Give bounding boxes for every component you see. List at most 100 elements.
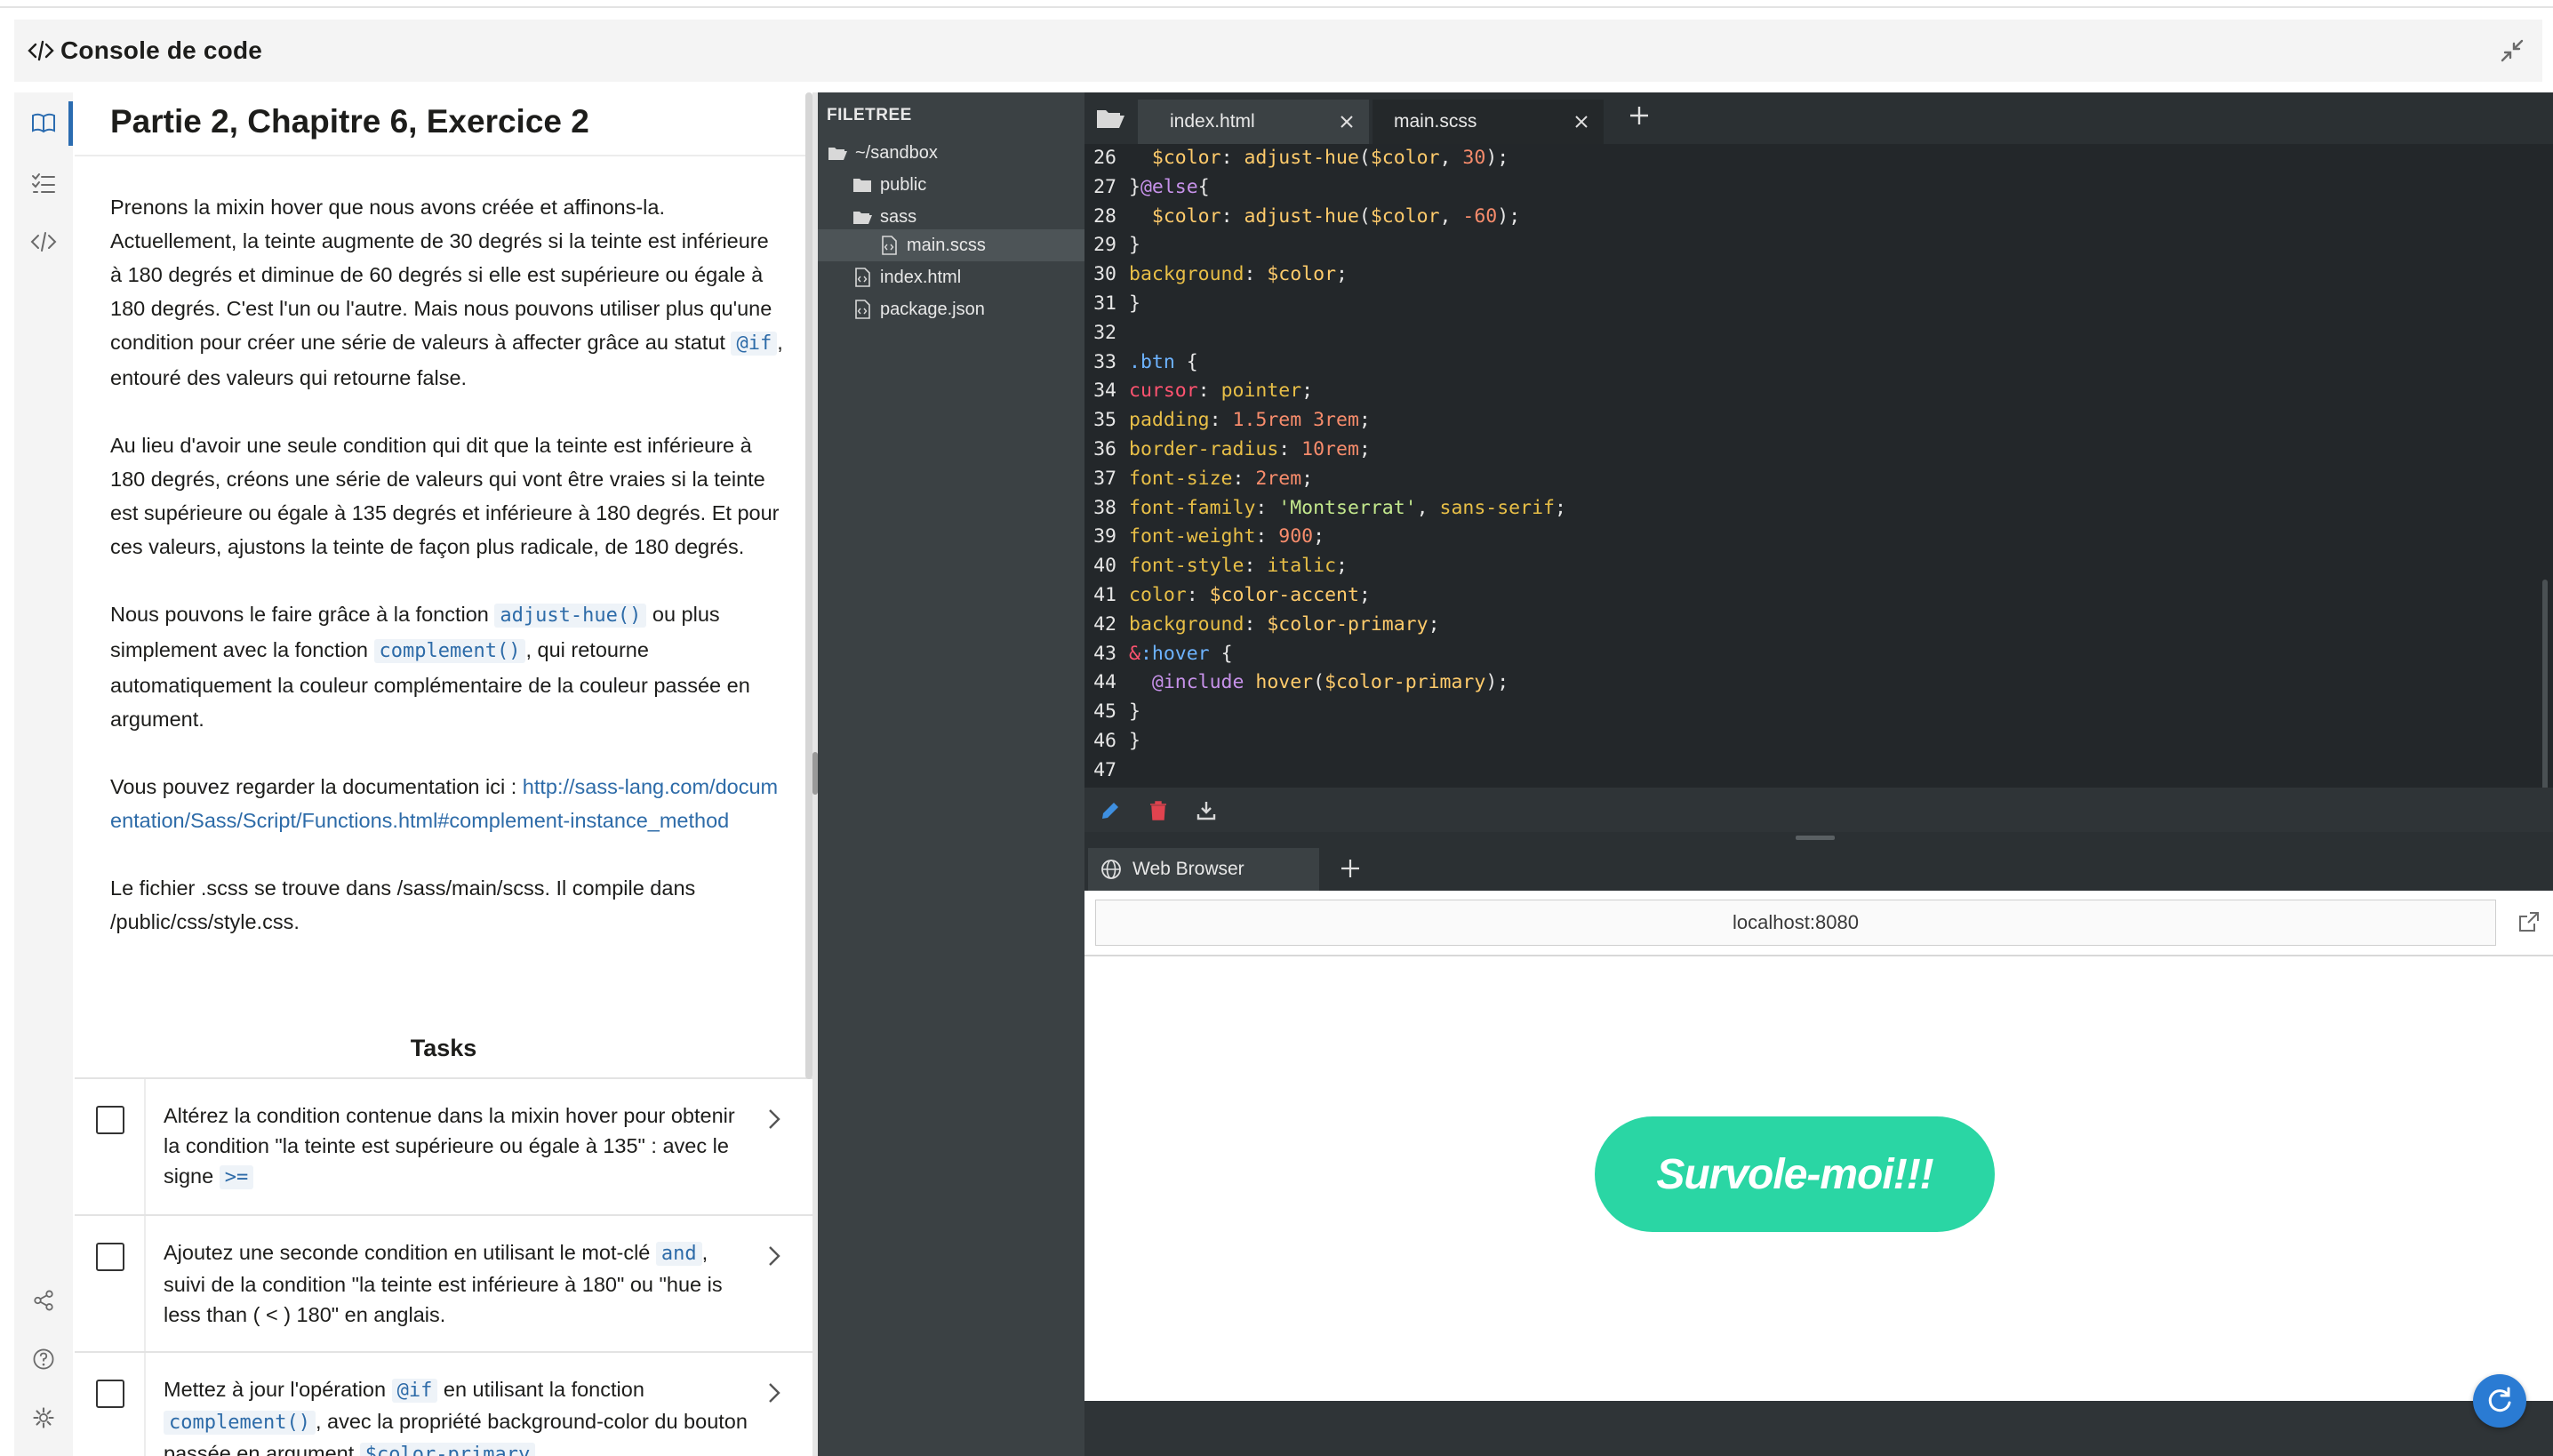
pane-splitter[interactable] — [1084, 832, 2553, 844]
file-code-icon — [855, 300, 870, 319]
download-icon[interactable] — [1195, 799, 1218, 822]
collapse-icon[interactable] — [2498, 36, 2526, 65]
task-checkbox[interactable] — [96, 1380, 124, 1408]
line-number: 41 — [1093, 583, 1116, 606]
instructions-panel: Partie 2, Chapitre 6, Exercice 2 Prenons… — [75, 92, 812, 1456]
line-number: 32 — [1093, 321, 1116, 344]
code-line: 35 padding: 1.5rem 3rem; — [1084, 406, 1566, 436]
code-line: 47 — [1084, 756, 1566, 786]
task-text-part: Ajoutez une seconde condition en utilisa… — [164, 1241, 656, 1264]
tree-file-index-html[interactable]: index.html — [852, 261, 961, 293]
line-number: 47 — [1093, 758, 1116, 781]
code-text: cursor: pointer; — [1129, 380, 1314, 403]
pencil-icon[interactable] — [1099, 799, 1122, 822]
refresh-button[interactable] — [2473, 1374, 2526, 1428]
code-line: 36 border-radius: 10rem; — [1084, 436, 1566, 465]
code-line: 30 background: $color; — [1084, 260, 1566, 290]
ide-footer — [1084, 1401, 2553, 1456]
task-item[interactable]: Altérez la condition contenue dans la mi… — [75, 1077, 812, 1214]
tab-index-html[interactable]: index.html — [1138, 100, 1369, 144]
code-line: 43 &:hover { — [1084, 640, 1566, 669]
trash-icon[interactable] — [1147, 799, 1170, 822]
panel-scrollbar[interactable] — [805, 92, 812, 1079]
line-number: 42 — [1093, 612, 1116, 636]
line-number: 46 — [1093, 729, 1116, 752]
chevron-right-icon[interactable] — [764, 1380, 784, 1406]
code-text: } — [1129, 729, 1140, 752]
code-text: padding: 1.5rem 3rem; — [1129, 409, 1371, 432]
code-text: background: $color-primary; — [1129, 612, 1440, 636]
code-text: font-weight: 900; — [1129, 525, 1325, 548]
task-text: Altérez la condition contenue dans la mi… — [164, 1100, 750, 1193]
line-number: 33 — [1093, 350, 1116, 373]
close-icon[interactable] — [1572, 112, 1591, 132]
code-text: color: $color-accent; — [1129, 583, 1371, 606]
code-line: 39 font-weight: 900; — [1084, 523, 1566, 552]
top-divider — [0, 0, 2553, 8]
paragraph-text: Nous pouvons le faire grâce à la fonctio… — [110, 603, 495, 626]
settings-icon[interactable] — [32, 1406, 55, 1429]
plus-icon[interactable] — [1625, 101, 1653, 130]
line-number: 35 — [1093, 409, 1116, 432]
task-text: Ajoutez une seconde condition en utilisa… — [164, 1237, 750, 1330]
book-icon[interactable] — [29, 108, 58, 137]
paragraph-text: Prenons la mixin hover que nous avons cr… — [110, 196, 772, 354]
browser-tabbar: Web Browser — [1084, 844, 2553, 891]
external-link-icon[interactable] — [2517, 910, 2541, 933]
paragraph-text: Vous pouvez regarder la documentation ic… — [110, 775, 523, 798]
tasklist-icon[interactable] — [29, 169, 58, 197]
task-checkbox[interactable] — [96, 1106, 124, 1134]
task-item[interactable]: Ajoutez une seconde condition en utilisa… — [75, 1214, 812, 1351]
line-number: 40 — [1093, 555, 1116, 578]
share-icon[interactable] — [32, 1289, 55, 1312]
folder-icon — [853, 179, 871, 192]
code-line: 32 — [1084, 319, 1566, 348]
help-icon[interactable] — [32, 1348, 55, 1371]
inline-code: adjust-hue() — [494, 604, 647, 628]
code-line: 40 font-style: italic; — [1084, 552, 1566, 581]
demo-hover-button[interactable]: Survole-moi!!! — [1595, 1116, 1995, 1232]
task-text: Mettez à jour l'opération @if en utilisa… — [164, 1374, 750, 1456]
code-line: 44 @include hover($color-primary); — [1084, 668, 1566, 698]
line-number: 34 — [1093, 380, 1116, 403]
chevron-right-icon[interactable] — [764, 1243, 784, 1269]
line-number: 44 — [1093, 671, 1116, 694]
inline-code: @if — [391, 1379, 438, 1403]
folder-open-icon[interactable] — [1095, 105, 1125, 132]
code-icon[interactable] — [29, 228, 58, 256]
line-number: 36 — [1093, 437, 1116, 460]
task-item[interactable]: Mettez à jour l'opération @if en utilisa… — [75, 1351, 812, 1456]
url-bar[interactable]: localhost:8080 — [1095, 900, 2496, 946]
splitter-handle[interactable] — [1796, 836, 1835, 840]
editor-scrollbar[interactable] — [2542, 580, 2548, 788]
console-header: Console de code — [14, 20, 2542, 82]
code-text: font-size: 2rem; — [1129, 467, 1314, 490]
tree-file-package-json[interactable]: package.json — [852, 293, 985, 325]
tree-folder-sandbox[interactable]: ~/sandbox — [827, 137, 938, 169]
line-number: 37 — [1093, 467, 1116, 490]
task-checkbox[interactable] — [96, 1243, 124, 1271]
code-text: } — [1129, 700, 1140, 724]
tree-folder-public[interactable]: public — [852, 169, 926, 201]
tree-label: index.html — [880, 267, 962, 287]
code-editor[interactable]: 26 $color: adjust-hue($color, 30); 27}@e… — [1084, 144, 2553, 788]
tab-main-scss[interactable]: main.scss — [1373, 100, 1604, 144]
folder-open-icon — [828, 148, 847, 160]
plus-icon[interactable] — [1337, 855, 1364, 882]
inline-code: >= — [219, 1165, 254, 1189]
tab-web-browser[interactable]: Web Browser — [1088, 848, 1319, 891]
close-icon[interactable] — [1337, 112, 1357, 132]
code-text: $color: adjust-hue($color, 30); — [1151, 147, 1509, 169]
code-icon — [28, 40, 54, 61]
divider — [1084, 955, 2553, 956]
paragraph: Au lieu d'avoir une seule condition qui … — [110, 434, 780, 558]
tree-file-main-scss[interactable]: main.scss — [878, 229, 986, 261]
ide: FILETREE ~/sandbox public sass main.scss… — [818, 92, 2553, 1456]
file-code-icon — [855, 268, 870, 287]
chevron-right-icon[interactable] — [764, 1106, 784, 1132]
tree-folder-sass[interactable]: sass — [852, 201, 916, 233]
left-rail — [14, 92, 73, 1456]
inline-code: @if — [731, 332, 778, 356]
tree-label: main.scss — [907, 235, 986, 255]
